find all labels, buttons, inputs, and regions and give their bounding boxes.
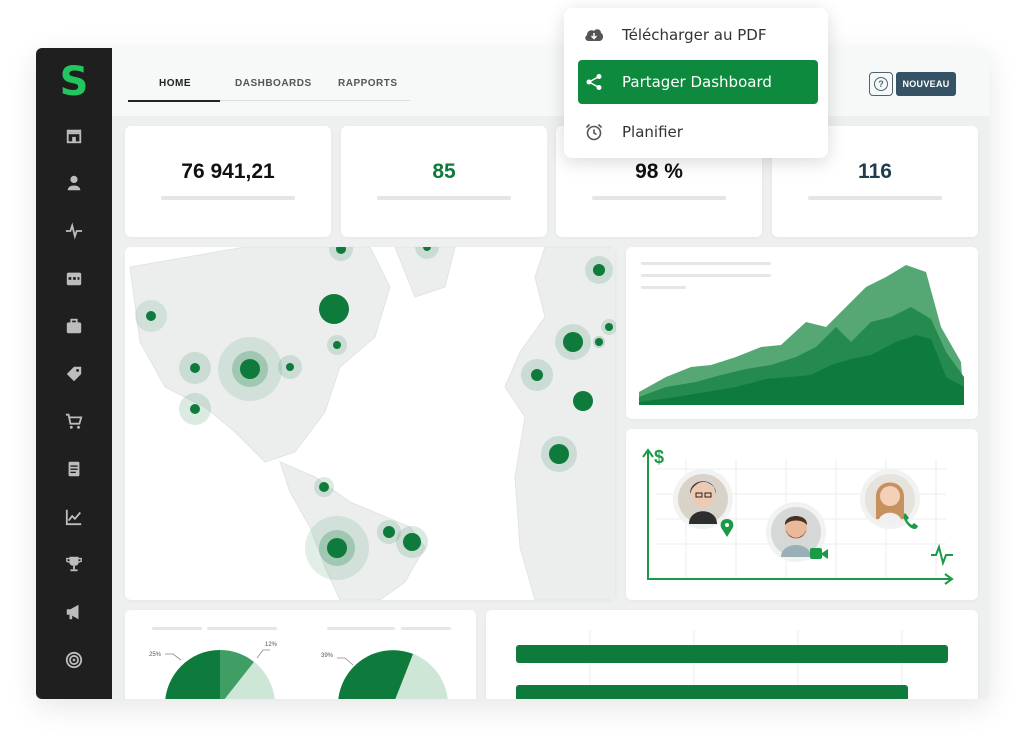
pie-label: 12% — [265, 642, 278, 648]
currency-symbol: $ — [654, 447, 665, 467]
menu-item-label: Télécharger au PDF — [622, 26, 767, 44]
avatar-woman-blonde — [860, 469, 920, 529]
document-icon[interactable] — [64, 459, 84, 479]
user-icon[interactable] — [64, 173, 84, 193]
kpi-value: 116 — [858, 160, 892, 183]
location-pin-icon — [720, 519, 734, 537]
tab-home[interactable]: HOME — [159, 78, 191, 89]
tab-rapports[interactable]: RAPPORTS — [338, 78, 398, 89]
target-icon[interactable] — [64, 650, 84, 670]
app-window: S HOME DASHBOARDS RAPPORTS ? NOUVEAU 76 … — [36, 48, 989, 699]
tab-dashboards[interactable]: DASHBOARDS — [235, 78, 312, 89]
contacts-card[interactable]: $ — [626, 429, 978, 600]
cloud-download-icon — [584, 25, 604, 45]
active-tab-indicator — [128, 100, 220, 102]
trophy-icon[interactable] — [64, 554, 84, 574]
help-icon: ? — [874, 77, 888, 91]
kpi-value: 76 941,21 — [181, 160, 275, 183]
menu-item-label: Planifier — [622, 123, 683, 141]
menu-item-share-dashboard[interactable]: Partager Dashboard — [578, 60, 818, 104]
top-navigation: HOME DASHBOARDS RAPPORTS — [112, 48, 989, 116]
contacts-grid — [642, 448, 954, 585]
menu-item-label: Partager Dashboard — [622, 73, 772, 91]
share-icon — [584, 72, 604, 92]
world-map — [129, 247, 616, 600]
kpi-bar — [592, 196, 726, 200]
calendar-icon[interactable] — [64, 268, 84, 288]
app-logo[interactable]: S — [59, 60, 89, 104]
store-icon[interactable] — [64, 126, 84, 146]
bar — [516, 645, 948, 663]
menu-item-schedule[interactable]: Planifier — [578, 110, 818, 154]
pulse-icon[interactable] — [64, 221, 84, 241]
kpi-card[interactable]: 85 — [341, 126, 547, 237]
area-chart — [639, 265, 964, 405]
new-button[interactable]: NOUVEAU — [896, 72, 956, 96]
menu-item-download-pdf[interactable]: Télécharger au PDF — [578, 13, 818, 57]
video-camera-icon — [810, 548, 822, 559]
pie-charts — [165, 649, 448, 699]
line-chart-icon[interactable] — [64, 507, 84, 527]
kpi-bar — [377, 196, 511, 200]
megaphone-icon[interactable] — [64, 602, 84, 622]
alarm-clock-icon — [584, 122, 604, 142]
pie-label: 39% — [321, 653, 334, 659]
kpi-bar — [808, 196, 942, 200]
share-menu-popup: Télécharger au PDF Partager Dashboard Pl… — [564, 8, 828, 158]
area-chart-card[interactable] — [626, 247, 978, 419]
kpi-value: 98 % — [635, 160, 683, 183]
tab-divider — [220, 100, 410, 101]
kpi-value: 85 — [432, 160, 456, 183]
kpi-bar — [161, 196, 295, 200]
kpi-card[interactable]: 76 941,21 — [125, 126, 331, 237]
pie-charts-card[interactable]: 25% 12% 39% — [125, 610, 476, 699]
bar — [516, 685, 908, 699]
sidebar: S — [36, 48, 112, 699]
help-button[interactable]: ? — [869, 72, 893, 96]
bar-chart-card[interactable] — [486, 610, 978, 699]
world-map-card[interactable] — [125, 247, 616, 600]
cart-icon[interactable] — [64, 411, 84, 431]
briefcase-icon[interactable] — [64, 316, 84, 336]
pie-label: 25% — [149, 652, 162, 658]
tag-icon[interactable] — [64, 364, 84, 384]
